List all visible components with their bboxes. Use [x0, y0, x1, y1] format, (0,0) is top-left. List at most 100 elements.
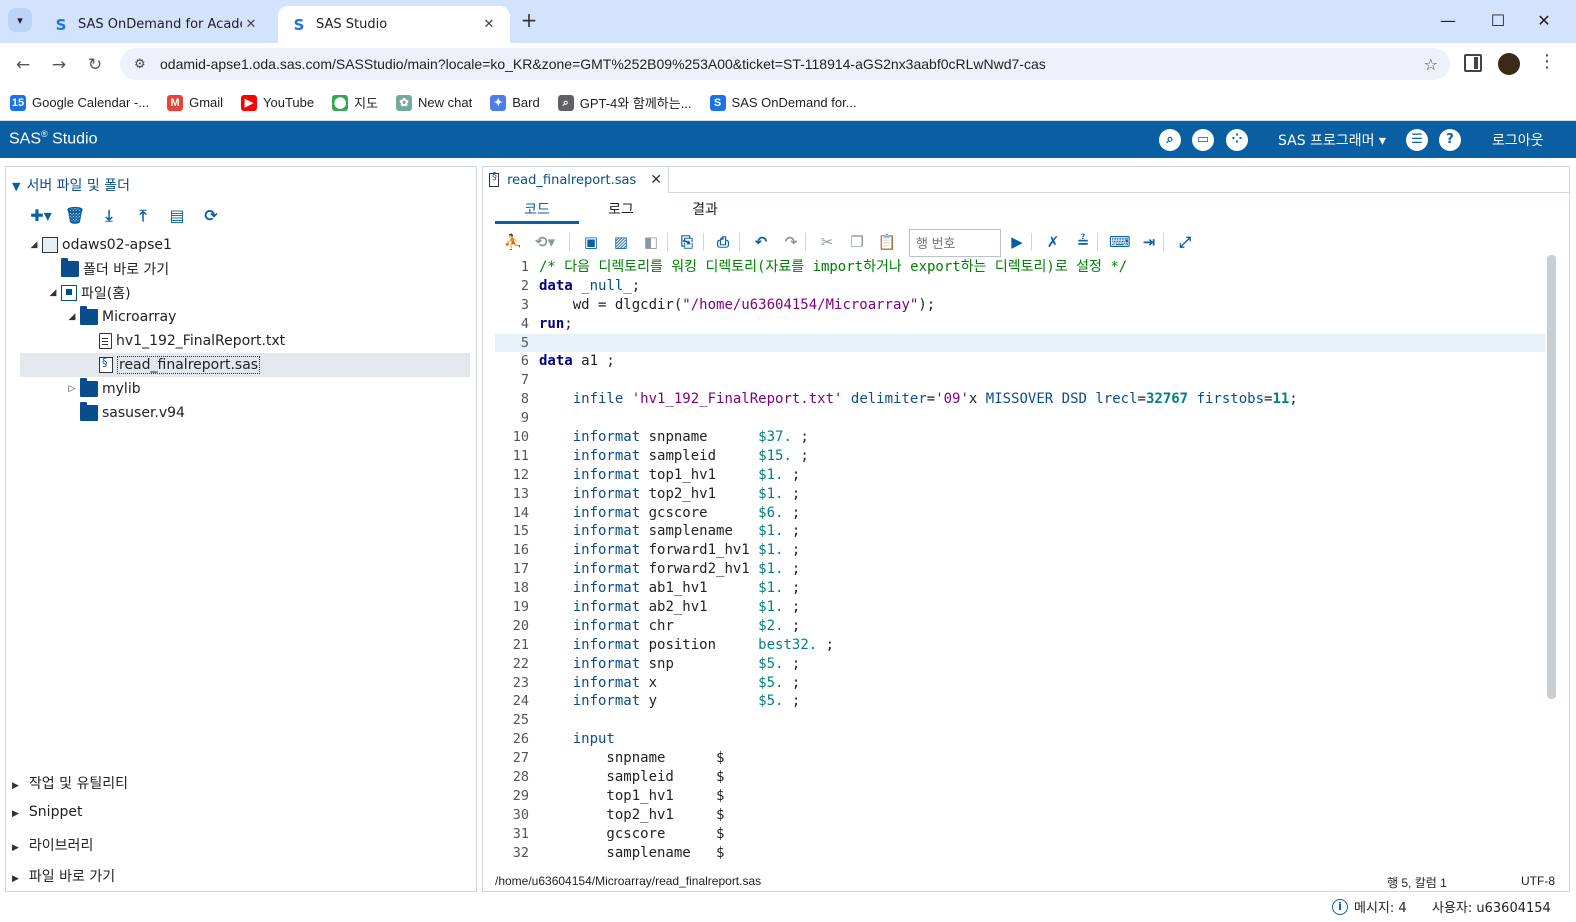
forward-arrow-icon[interactable]: →: [46, 52, 72, 78]
tree-item[interactable]: ◢ 파일(홈): [20, 281, 470, 305]
save-as-icon[interactable]: ▨: [611, 232, 631, 252]
indent-icon[interactable]: ⇥: [1139, 232, 1159, 252]
profile-avatar[interactable]: [1498, 53, 1520, 75]
history-icon[interactable]: ⟲▾: [535, 232, 555, 252]
maximize-icon[interactable]: ☐: [1486, 9, 1510, 33]
collapsed-caret-icon[interactable]: ▷: [66, 384, 78, 394]
bookmark-item[interactable]: S SAS OnDemand for...: [709, 94, 857, 111]
browser-tab-sas-ondemand[interactable]: S SAS OnDemand for Academics ✕: [40, 6, 272, 43]
code-line[interactable]: 21 informat position best32. ;: [495, 636, 1545, 655]
messages-indicator[interactable]: i 메시지: 4: [1332, 897, 1407, 916]
section-file-shortcuts[interactable]: ▶ 파일 바로 가기: [12, 866, 115, 886]
close-tab-icon[interactable]: ✕: [480, 17, 498, 32]
code-line[interactable]: 32 samplename $: [495, 844, 1545, 863]
code-line[interactable]: 15 informat samplename $1. ;: [495, 522, 1545, 541]
logout-button[interactable]: 로그아웃: [1492, 130, 1544, 150]
tree-item[interactable]: sasuser.v94: [20, 401, 470, 425]
code-line[interactable]: 30 top2_hv1 $: [495, 806, 1545, 825]
code-line[interactable]: 3 wd = dlgcdir("/home/u63604154/Microarr…: [495, 296, 1545, 315]
close-tab-icon[interactable]: ✕: [242, 17, 260, 32]
editor-file-tab[interactable]: read_finalreport.sas ✕: [483, 167, 669, 193]
clear-code-icon[interactable]: ✗: [1043, 232, 1063, 252]
editor-scrollbar[interactable]: [1547, 255, 1556, 699]
fullscreen-icon[interactable]: ⤢: [1175, 232, 1195, 252]
code-line[interactable]: 19 informat ab2_hv1 $1. ;: [495, 598, 1545, 617]
code-line[interactable]: 22 informat snp $5. ;: [495, 655, 1545, 674]
bookmark-item[interactable]: ✦ Bard: [490, 94, 540, 111]
code-line[interactable]: 14 informat gcscore $6. ;: [495, 504, 1545, 523]
tree-item[interactable]: 폴더 바로 가기: [20, 257, 470, 281]
redo-icon[interactable]: ↷: [781, 232, 801, 252]
code-line[interactable]: 9: [495, 409, 1545, 428]
section-tasks-utilities[interactable]: ▶ 작업 및 유틸리티: [12, 773, 128, 793]
code-line[interactable]: 27 snpname $: [495, 749, 1545, 768]
section-libraries[interactable]: ▶ 라이브러리: [12, 835, 93, 855]
window-close-icon[interactable]: ✕: [1532, 9, 1556, 33]
tree-item[interactable]: ◢ odaws02-apse1: [20, 233, 470, 257]
browser-tab-sas-studio[interactable]: S SAS Studio ✕: [278, 6, 510, 43]
code-line[interactable]: 29 top1_hv1 $: [495, 787, 1545, 806]
code-line[interactable]: 20 informat chr $2. ;: [495, 617, 1545, 636]
tab-log[interactable]: 로그: [579, 199, 663, 224]
go-to-line-icon[interactable]: ▶: [1007, 232, 1027, 252]
open-folder-icon[interactable]: ▭: [1192, 129, 1214, 151]
undo-icon[interactable]: ↶: [751, 232, 771, 252]
save-copy-icon[interactable]: ◧: [641, 232, 661, 252]
bookmark-star-icon[interactable]: ☆: [1424, 55, 1438, 74]
code-line[interactable]: 8 infile 'hv1_192_FinalReport.txt' delim…: [495, 390, 1545, 409]
sas-programmer-menu[interactable]: SAS 프로그래머 ▾: [1278, 130, 1386, 150]
upload-icon[interactable]: ⤒: [130, 205, 156, 227]
code-line[interactable]: 13 informat top2_hv1 $1. ;: [495, 485, 1545, 504]
new-tab-button[interactable]: +: [518, 10, 540, 32]
tree-item[interactable]: read_finalreport.sas: [20, 353, 470, 377]
code-line[interactable]: 2 data _null_;: [495, 277, 1545, 296]
code-line[interactable]: 18 informat ab1_hv1 $1. ;: [495, 579, 1545, 598]
bookmark-item[interactable]: ▶ YouTube: [241, 94, 314, 111]
cut-icon[interactable]: ✂: [817, 232, 837, 252]
code-line[interactable]: 6 data a1 ;: [495, 352, 1545, 371]
code-line[interactable]: 25: [495, 711, 1545, 730]
address-bar[interactable]: ⚙ odamid-apse1.oda.sas.com/SASStudio/mai…: [120, 48, 1450, 80]
tab-results[interactable]: 결과: [663, 199, 747, 224]
bookmark-item[interactable]: ⌕ GPT-4와 함께하는...: [557, 93, 692, 112]
expanded-caret-icon[interactable]: ◢: [47, 288, 59, 298]
section-snippets[interactable]: ▶ Snippet: [12, 804, 82, 820]
properties-icon[interactable]: ▤: [164, 205, 190, 227]
search-icon[interactable]: ⌕: [1159, 129, 1181, 151]
code-line[interactable]: 11 informat sampleid $15. ;: [495, 447, 1545, 466]
tab-search-chevron-icon[interactable]: ▾: [8, 8, 32, 32]
tree-item[interactable]: ▷ mylib: [20, 377, 470, 401]
code-line[interactable]: 12 informat top1_hv1 $1. ;: [495, 466, 1545, 485]
expanded-caret-icon[interactable]: ◢: [66, 312, 78, 322]
site-settings-icon[interactable]: ⚙: [134, 57, 154, 72]
code-line[interactable]: 31 gcscore $: [495, 825, 1545, 844]
code-line[interactable]: 24 informat y $5. ;: [495, 692, 1545, 711]
save-icon[interactable]: ▣: [581, 232, 601, 252]
code-line[interactable]: 23 informat x $5. ;: [495, 674, 1545, 693]
export-icon[interactable]: ⎘: [677, 232, 697, 252]
tree-item[interactable]: ◢ Microarray: [20, 305, 470, 329]
help-icon[interactable]: ?: [1439, 129, 1461, 151]
download-icon[interactable]: ⤓: [96, 205, 122, 227]
code-line[interactable]: 17 informat forward2_hv1 $1. ;: [495, 560, 1545, 579]
expanded-caret-icon[interactable]: ◢: [28, 240, 40, 250]
bookmark-item[interactable]: 15 Google Calendar -...: [10, 94, 149, 111]
back-arrow-icon[interactable]: ←: [10, 52, 36, 78]
apps-grid-icon[interactable]: ⁘: [1226, 129, 1248, 151]
browser-menu-icon[interactable]: ⋮: [1538, 51, 1556, 72]
paste-icon[interactable]: 📋: [877, 232, 897, 252]
code-line[interactable]: 4 run;: [495, 315, 1545, 334]
minimize-icon[interactable]: —: [1436, 9, 1460, 33]
code-line[interactable]: 10 informat snpname $37. ;: [495, 428, 1545, 447]
code-line[interactable]: 1 /* 다음 디렉토리를 워킹 디렉토리(자료를 import하거나 expor…: [495, 258, 1545, 277]
format-code-icon[interactable]: ≟: [1073, 232, 1093, 252]
close-tab-icon[interactable]: ✕: [650, 172, 662, 188]
code-editor[interactable]: 1 /* 다음 디렉토리를 워킹 디렉토리(자료를 import하거나 expor…: [495, 258, 1545, 876]
code-line[interactable]: 5: [495, 333, 1545, 353]
reload-icon[interactable]: ↻: [82, 52, 108, 78]
delete-icon[interactable]: 🗑: [62, 205, 88, 227]
new-item-icon[interactable]: ✚▾: [28, 205, 54, 227]
print-icon[interactable]: ⎙: [713, 232, 733, 252]
bookmark-item[interactable]: ✿ New chat: [396, 94, 472, 111]
run-icon[interactable]: ⛹: [503, 232, 523, 252]
